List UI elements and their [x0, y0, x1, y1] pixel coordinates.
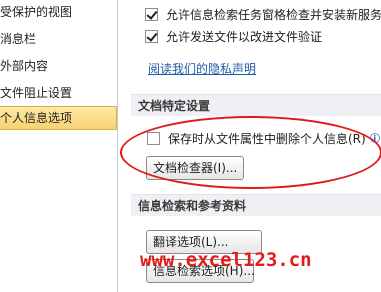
- nav-item-external-content[interactable]: 外部内容: [0, 54, 117, 78]
- privacy-statement-link[interactable]: 阅读我们的隐私声明: [148, 60, 256, 77]
- allow-download-checkbox[interactable]: [145, 7, 158, 21]
- allow-send-option[interactable]: 允许发送文件以改进文件验证: [145, 27, 322, 45]
- nav-divider: [117, 0, 118, 292]
- nav-item-file-block-settings[interactable]: 文件阻止设置: [0, 81, 117, 105]
- nav-item-protected-view[interactable]: 受保护的视图: [0, 0, 117, 24]
- document-specific-section-header: 文档特定设置: [131, 94, 381, 116]
- trust-center-nav: 受保护的视图 消息栏 外部内容 文件阻止设置 个人信息选项: [0, 0, 117, 292]
- nav-item-privacy-options[interactable]: 个人信息选项: [0, 106, 117, 130]
- allow-send-label: 允许发送文件以改进文件验证: [166, 29, 323, 44]
- allow-send-checkbox[interactable]: [145, 29, 158, 43]
- allow-download-option[interactable]: 允许信息检索任务窗格检查并安装新服务: [145, 5, 381, 23]
- site-watermark: www.excel123.cn: [140, 249, 312, 271]
- research-section-header: 信息检索和参考资料: [131, 194, 381, 216]
- allow-download-label: 允许信息检索任务窗格检查并安装新服务: [166, 7, 381, 22]
- nav-item-message-bar[interactable]: 消息栏: [0, 27, 117, 51]
- highlight-ellipse: [120, 116, 381, 189]
